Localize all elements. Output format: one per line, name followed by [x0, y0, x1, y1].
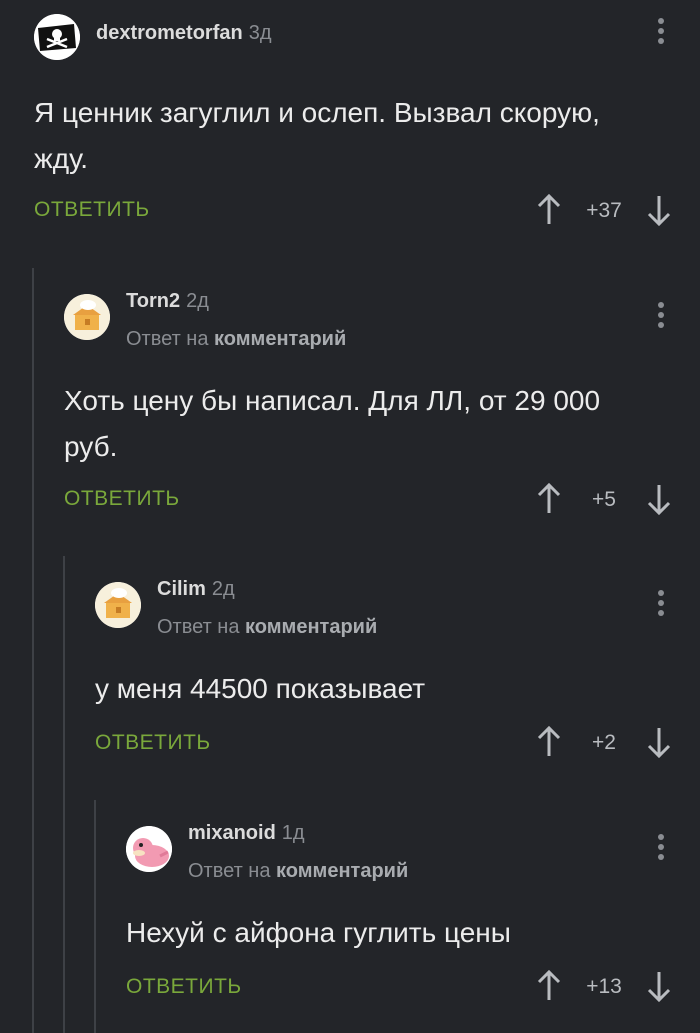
score: +13 — [586, 975, 622, 998]
comment-text: Я ценник загуглил и ослеп. Вызвал скорую… — [34, 97, 600, 174]
score: +5 — [592, 488, 616, 511]
comment-header: mixanoid 1д Ответ на комментарий — [126, 822, 700, 886]
username-text[interactable]: Torn2 — [126, 290, 180, 312]
comment-age: 1д — [281, 822, 305, 844]
comment: Cilim 2д Ответ на комментарий у меня 4450… — [95, 578, 700, 772]
more-options-icon[interactable] — [656, 18, 666, 48]
reply-button[interactable]: ОТВЕТИТЬ — [64, 487, 180, 511]
vote-controls: +2 — [534, 722, 674, 762]
vote-controls: +13 — [534, 966, 674, 1006]
thread-line — [63, 556, 65, 1033]
username[interactable]: dextrometorfan 3д — [96, 22, 272, 45]
comment-text: у меня 44500 показывает — [95, 673, 426, 704]
username-text[interactable]: dextrometorfan — [96, 22, 243, 44]
reply-to-link[interactable]: комментарий — [214, 328, 346, 350]
reply-button[interactable]: ОТВЕТИТЬ — [95, 731, 211, 755]
comment-header: Torn2 2д Ответ на комментарий — [64, 290, 700, 354]
reply-button[interactable]: ОТВЕТИТЬ — [126, 975, 242, 999]
reply-to-link[interactable]: комментарий — [276, 860, 408, 882]
comment: mixanoid 1д Ответ на комментарий Нехуй с … — [126, 822, 700, 1016]
comment-age: 2д — [211, 578, 235, 600]
reply-to-prefix: Ответ на — [126, 328, 209, 350]
more-options-icon[interactable] — [656, 302, 666, 332]
upvote-arrow-icon[interactable] — [534, 190, 564, 230]
vote-controls: +37 — [534, 190, 674, 230]
downvote-arrow-icon[interactable] — [644, 190, 674, 230]
reply-to: Ответ на комментарий — [126, 328, 346, 351]
pirate-flag-icon[interactable] — [34, 14, 80, 60]
username[interactable]: mixanoid 1д — [188, 822, 305, 845]
more-options-icon[interactable] — [656, 590, 666, 620]
comment-header: dextrometorfan 3д — [34, 14, 700, 74]
username-text[interactable]: mixanoid — [188, 822, 276, 844]
downvote-arrow-icon[interactable] — [644, 479, 674, 519]
default-avatar-icon[interactable] — [95, 582, 141, 628]
thread-line — [94, 800, 96, 1033]
score: +37 — [586, 199, 622, 222]
comment: Torn2 2д Ответ на комментарий Хоть цену б… — [64, 290, 700, 524]
username[interactable]: Torn2 2д — [126, 290, 209, 313]
more-options-icon[interactable] — [656, 834, 666, 864]
downvote-arrow-icon[interactable] — [644, 722, 674, 762]
upvote-arrow-icon[interactable] — [534, 966, 564, 1006]
username[interactable]: Cilim 2д — [157, 578, 235, 601]
vote-controls: +5 — [534, 479, 674, 519]
thread-line — [32, 268, 34, 1033]
comment-age: 2д — [186, 290, 209, 312]
comment-text: Хоть цену бы написал. Для ЛЛ, от 29 000 … — [64, 385, 601, 462]
comment-age: 3д — [248, 22, 272, 44]
comment-text: Нехуй с айфона гуглить цены — [126, 917, 511, 948]
reply-to: Ответ на комментарий — [157, 616, 377, 639]
reply-button[interactable]: ОТВЕТИТЬ — [34, 198, 150, 222]
reply-to-prefix: Ответ на — [188, 860, 271, 882]
reply-to-link[interactable]: комментарий — [245, 616, 377, 638]
slowpoke-avatar-icon[interactable] — [126, 826, 172, 872]
upvote-arrow-icon[interactable] — [534, 479, 564, 519]
reply-to-prefix: Ответ на — [157, 616, 240, 638]
default-avatar-icon[interactable] — [64, 294, 110, 340]
comment-header: Cilim 2д Ответ на комментарий — [95, 578, 700, 642]
comment: dextrometorfan 3д Я ценник загуглил и осл… — [34, 14, 700, 244]
downvote-arrow-icon[interactable] — [644, 966, 674, 1006]
upvote-arrow-icon[interactable] — [534, 722, 564, 762]
reply-to: Ответ на комментарий — [188, 860, 408, 883]
username-text[interactable]: Cilim — [157, 578, 206, 600]
score: +2 — [592, 731, 616, 754]
